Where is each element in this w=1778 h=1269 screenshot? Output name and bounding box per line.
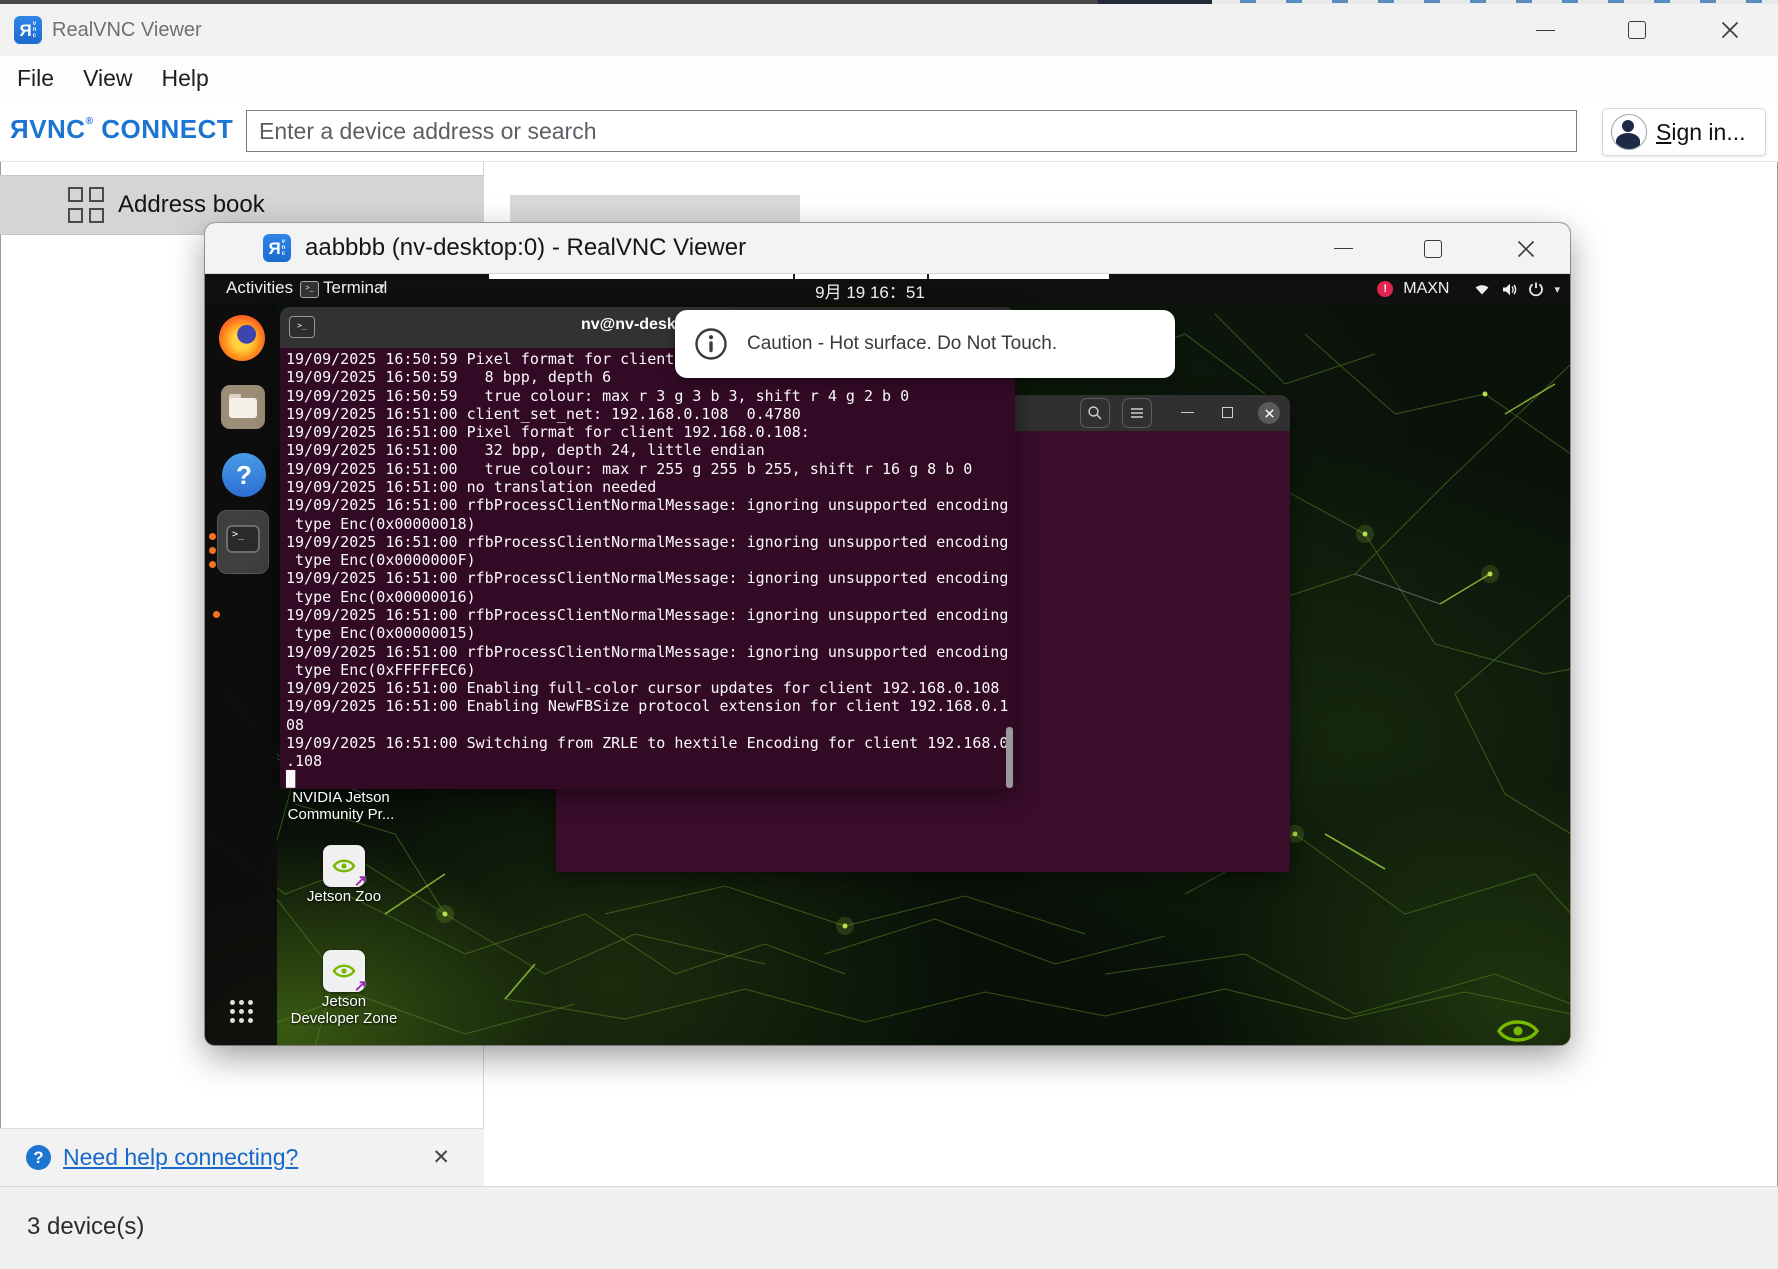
need-help-link[interactable]: Need help connecting? <box>63 1144 298 1171</box>
power-mode-label: MAXN <box>1403 280 1449 298</box>
outer-titlebar: Яvnc RealVNC Viewer <box>0 4 1778 56</box>
outer-maximize-button[interactable] <box>1615 4 1659 56</box>
need-help-close-button[interactable]: ✕ <box>432 1145 450 1170</box>
power-icon <box>1528 281 1544 297</box>
chevron-down-icon: ▾ <box>379 280 385 293</box>
search-button[interactable] <box>1080 398 1110 428</box>
background-tab-fragments <box>1240 0 1770 3</box>
activities-button[interactable]: Activities <box>226 278 293 298</box>
volume-icon <box>1501 282 1518 297</box>
desktop-icon-jetson-devzone[interactable]: ↗ <box>323 950 365 992</box>
terminal-app-menu[interactable]: Terminal <box>323 278 387 298</box>
minimize-button[interactable] <box>1181 412 1194 413</box>
maximize-icon <box>1628 21 1646 39</box>
address-book-grid-icon <box>68 187 104 223</box>
notification-toast[interactable]: Caution - Hot surface. Do Not Touch. <box>675 310 1175 378</box>
running-indicator-dot <box>213 611 220 618</box>
need-help-row: ? Need help connecting? ✕ <box>0 1128 484 1186</box>
desktop-icon-community-label[interactable]: NVIDIA Jetson Community Pr... <box>271 790 411 823</box>
terminal-title: nv@nv-deskt <box>581 316 681 334</box>
hamburger-icon <box>1129 406 1145 420</box>
outer-minimize-button[interactable] <box>1523 4 1567 56</box>
outer-window-title: RealVNC Viewer <box>52 4 202 56</box>
status-bar: 3 device(s) <box>0 1186 1778 1269</box>
search-icon <box>1087 405 1103 421</box>
help-icon[interactable]: ? <box>222 453 266 497</box>
vnc-connect-logo: ЯVNC® CONNECT <box>10 114 233 145</box>
terminal-window[interactable]: >_ nv@nv-deskt 19/09/2025 16:50:59 Pixel… <box>280 307 1015 789</box>
device-count: 3 device(s) <box>27 1213 144 1241</box>
files-icon[interactable] <box>221 385 265 429</box>
system-status-area[interactable]: ! MAXN ▾ <box>1377 274 1560 304</box>
terminal-tab-icon: >_ <box>289 316 315 338</box>
terminal-dock-icon[interactable]: >_ <box>217 510 269 574</box>
address-book-label: Address book <box>118 191 265 219</box>
inner-close-button[interactable] <box>1504 223 1548 274</box>
terminal-menu-icon: >_ <box>300 281 319 298</box>
alert-badge-icon: ! <box>1377 281 1393 297</box>
terminal-log: 19/09/2025 16:50:59 Pixel format for cli… <box>286 350 1008 789</box>
sign-in-label: Sign in... <box>1656 119 1746 146</box>
clock[interactable]: 9月 19 16：51 <box>790 278 950 303</box>
chevron-down-icon: ▾ <box>1554 283 1560 296</box>
close-icon <box>1721 21 1739 39</box>
maximize-button[interactable] <box>1222 407 1233 418</box>
show-applications-button[interactable] <box>230 1000 253 1023</box>
screen-root: Яvnc RealVNC Viewer File View Help ЯVNC®… <box>0 0 1778 1269</box>
close-button[interactable] <box>1258 402 1280 424</box>
menu-help[interactable]: Help <box>162 65 209 92</box>
desktop-icon-jetson-zoo-label[interactable]: Jetson Zoo <box>284 889 404 906</box>
close-icon <box>1517 240 1535 258</box>
search-input[interactable] <box>246 110 1577 152</box>
realvnc-app-icon: Яvnc <box>263 234 291 262</box>
firefox-icon[interactable] <box>219 315 265 361</box>
notification-text: Caution - Hot surface. Do Not Touch. <box>747 333 1057 355</box>
nvidia-logo <box>1493 1013 1545 1045</box>
terminal-scrollbar[interactable] <box>1006 727 1013 788</box>
running-indicator-dot <box>209 547 216 554</box>
gnome-top-bar: Activities >_ Terminal ▾ 9月 19 16：51 ! M… <box>205 274 1570 304</box>
hamburger-menu-button[interactable] <box>1122 398 1152 428</box>
avatar-icon <box>1611 114 1647 150</box>
inner-minimize-button[interactable] <box>1321 223 1365 274</box>
inner-maximize-button[interactable] <box>1411 223 1455 274</box>
inner-titlebar[interactable]: Яvnc aabbbb (nv-desktop:0) - RealVNC Vie… <box>205 223 1570 274</box>
running-indicator-dot <box>209 561 216 568</box>
vnc-session-window: Яvnc aabbbb (nv-desktop:0) - RealVNC Vie… <box>205 223 1570 1045</box>
realvnc-app-icon: Яvnc <box>14 16 42 44</box>
toolbar: ЯVNC® CONNECT Sign in... <box>0 100 1778 162</box>
close-icon <box>1264 408 1275 419</box>
terminal-glyph: >_ <box>226 525 260 553</box>
inner-window-title: aabbbb (nv-desktop:0) - RealVNC Viewer <box>305 223 746 273</box>
desktop-icon-jetson-zoo[interactable]: ↗ <box>323 845 365 887</box>
remote-desktop: Activities >_ Terminal ▾ 9月 19 16：51 ! M… <box>205 274 1570 1045</box>
wifi-icon <box>1473 282 1491 296</box>
minimize-icon <box>1536 30 1555 31</box>
sign-in-button[interactable]: Sign in... <box>1602 108 1766 156</box>
menubar: File View Help <box>0 56 1778 100</box>
outer-close-button[interactable] <box>1708 4 1752 56</box>
terminal-body[interactable]: 19/09/2025 16:50:59 Pixel format for cli… <box>280 348 1015 789</box>
menu-file[interactable]: File <box>17 65 54 92</box>
maximize-icon <box>1424 240 1442 258</box>
desktop-icon-jetson-devzone-label[interactable]: Jetson Developer Zone <box>271 994 417 1027</box>
menu-view[interactable]: View <box>83 65 132 92</box>
running-indicator-dot <box>209 533 216 540</box>
minimize-icon <box>1334 248 1353 249</box>
info-icon <box>693 326 729 362</box>
help-circle-icon: ? <box>26 1145 51 1170</box>
